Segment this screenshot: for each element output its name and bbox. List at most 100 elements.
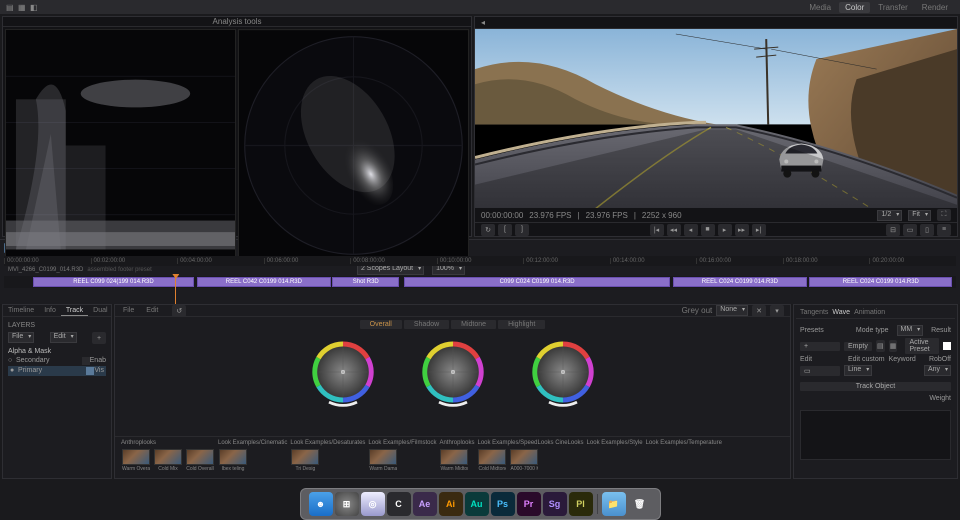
dock-launchpad[interactable]: ⊞: [335, 492, 359, 516]
dock-after-effects[interactable]: Ae: [413, 492, 437, 516]
timeline-clip[interactable]: REEL C042 C0199 014.R3D: [197, 277, 330, 287]
program-fit-select[interactable]: Fit: [908, 210, 931, 221]
timeline-clip[interactable]: REEL C024 C0199 014.R3D: [673, 277, 806, 287]
dock-finder[interactable]: ☻: [309, 492, 333, 516]
rtab-tangents[interactable]: Tangents: [800, 309, 828, 316]
edit-sel[interactable]: ▭: [800, 366, 840, 376]
right-graph[interactable]: [800, 410, 951, 460]
waveform-scope[interactable]: [5, 29, 236, 262]
dock-safari[interactable]: ◎: [361, 492, 385, 516]
timeline-clip[interactable]: REEL C024 C0199 014.R3D: [809, 277, 952, 287]
dock-speedgrade[interactable]: Sg: [543, 492, 567, 516]
program-expand-icon[interactable]: ⛶: [937, 209, 951, 221]
layers-edit-sel[interactable]: Edit: [50, 332, 77, 343]
dock-folder[interactable]: 📁: [602, 492, 626, 516]
color-reset-icon[interactable]: ↺: [172, 305, 186, 317]
program-monitor[interactable]: [475, 29, 957, 208]
timeline-clip[interactable]: C099 C024 C0199 014.R3D: [404, 277, 671, 287]
preset-thumb[interactable]: Warm Overall: [121, 449, 151, 472]
timeline-clip[interactable]: Shot R3D: [332, 277, 399, 287]
transport-stop-icon[interactable]: ■: [701, 224, 715, 236]
workspace-media[interactable]: Media: [803, 2, 837, 13]
tonal-highlight[interactable]: Highlight: [498, 320, 545, 329]
presets-empty[interactable]: Empty: [844, 342, 872, 351]
transport-view1-icon[interactable]: ▭: [903, 224, 917, 236]
layers-file-sel[interactable]: File: [8, 332, 34, 343]
any-select[interactable]: Any: [924, 365, 951, 376]
dock-trash[interactable]: 🗑: [628, 492, 652, 516]
layers-tab-track[interactable]: Track: [61, 305, 88, 316]
layer-secondary[interactable]: Secondary: [16, 357, 82, 365]
dock-prelude[interactable]: Pl: [569, 492, 593, 516]
transport-last-icon[interactable]: ▸|: [752, 224, 766, 236]
alpha-mask-label: Alpha & Mask: [8, 348, 106, 355]
dock-premiere[interactable]: Pr: [517, 492, 541, 516]
right-panel: Tangents Wave Animation Presets Mode typ…: [793, 304, 958, 479]
preset-thumb[interactable]: Cold Mix: [153, 449, 183, 472]
transport-split-icon[interactable]: ⊟: [886, 224, 900, 236]
layer-secondary-enab[interactable]: [82, 357, 90, 365]
transport-play-icon[interactable]: ▸: [718, 224, 732, 236]
preset-thumb[interactable]: Warm Damas: [368, 449, 398, 472]
transport-menu-icon[interactable]: ≡: [937, 224, 951, 236]
program-half-select[interactable]: 1/2: [877, 210, 902, 221]
color-wheel-3[interactable]: [528, 337, 598, 407]
transport-prev-icon[interactable]: ◂◂: [667, 224, 681, 236]
transport-view2-icon[interactable]: ▯: [920, 224, 934, 236]
layers-tab-timeline[interactable]: Timeline: [3, 305, 39, 316]
layer-primary-vis[interactable]: [86, 367, 94, 375]
color-tab-file[interactable]: File: [119, 307, 138, 314]
timeline-ruler[interactable]: 00:00:00:0000:02:00:0000:04:00:0000:06:0…: [4, 256, 956, 266]
dock-illustrator[interactable]: Ai: [439, 492, 463, 516]
transport-loop-icon[interactable]: ↻: [481, 224, 495, 236]
timeline-clip[interactable]: REEL C099 024(199 014.R3D: [33, 277, 195, 287]
line-select[interactable]: Line: [844, 365, 872, 376]
preset-thumb[interactable]: Warm Midton: [439, 449, 469, 472]
vectorscope[interactable]: [238, 29, 469, 262]
color-menu-icon[interactable]: ▾: [770, 305, 784, 317]
transport-mark-in-icon[interactable]: [: [498, 224, 512, 236]
presets-icon1[interactable]: ▤: [876, 340, 885, 352]
tonal-shadow[interactable]: Shadow: [404, 320, 449, 329]
greyout-select[interactable]: None: [716, 305, 748, 316]
preset-thumb[interactable]: A000-7000 K: [509, 449, 539, 472]
preset-thumb[interactable]: Tri Desig: [290, 449, 320, 472]
workspace-render[interactable]: Render: [916, 2, 954, 13]
layers-tab-info[interactable]: Info: [39, 305, 61, 316]
workspace-transfer[interactable]: Transfer: [872, 2, 914, 13]
preset-thumb[interactable]: Ibex teling: [218, 449, 248, 472]
tonal-midtone[interactable]: Midtone: [451, 320, 496, 329]
layer-primary[interactable]: Primary: [18, 367, 86, 375]
menu-icon-1[interactable]: ▤: [6, 3, 14, 11]
timeline-track[interactable]: REEL C099 024(199 014.R3DREEL C042 C0199…: [4, 276, 956, 288]
rtab-animation[interactable]: Animation: [854, 309, 885, 316]
color-close-icon[interactable]: ✕: [752, 305, 766, 317]
color-wheel-1[interactable]: [308, 337, 378, 407]
dock-cinema4d[interactable]: C: [387, 492, 411, 516]
transport-back-icon[interactable]: ◂: [684, 224, 698, 236]
workspace-color[interactable]: Color: [839, 2, 870, 13]
layers-tab-dual[interactable]: Dual: [88, 305, 112, 316]
layers-add-icon[interactable]: +: [92, 332, 106, 344]
color-wheel-2[interactable]: [418, 337, 488, 407]
rtab-wave[interactable]: Wave: [832, 309, 850, 316]
workspace-tabs: Media Color Transfer Render: [803, 0, 954, 14]
program-prev-icon[interactable]: ◂: [481, 18, 485, 27]
dock-photoshop[interactable]: Ps: [491, 492, 515, 516]
menu-icon-2[interactable]: ▦: [18, 3, 26, 11]
active-preset[interactable]: Active Preset: [905, 338, 939, 354]
menu-icon-3[interactable]: ◧: [30, 3, 38, 11]
result-swatch[interactable]: [943, 342, 951, 350]
mode-type-select[interactable]: MM: [897, 325, 924, 336]
dock-audition[interactable]: Au: [465, 492, 489, 516]
transport-mark-out-icon[interactable]: ]: [515, 224, 529, 236]
transport-next-icon[interactable]: ▸▸: [735, 224, 749, 236]
preset-thumb[interactable]: Cold Overall: [185, 449, 215, 472]
color-tab-edit[interactable]: Edit: [142, 307, 162, 314]
presets-icon2[interactable]: ▦: [889, 340, 898, 352]
transport-first-icon[interactable]: |◂: [650, 224, 664, 236]
track-object-button[interactable]: Track Object: [800, 382, 951, 391]
presets-new-icon[interactable]: +: [800, 342, 840, 351]
preset-thumb[interactable]: Cold Midtones: [477, 449, 507, 472]
tonal-overall[interactable]: Overall: [360, 320, 402, 329]
